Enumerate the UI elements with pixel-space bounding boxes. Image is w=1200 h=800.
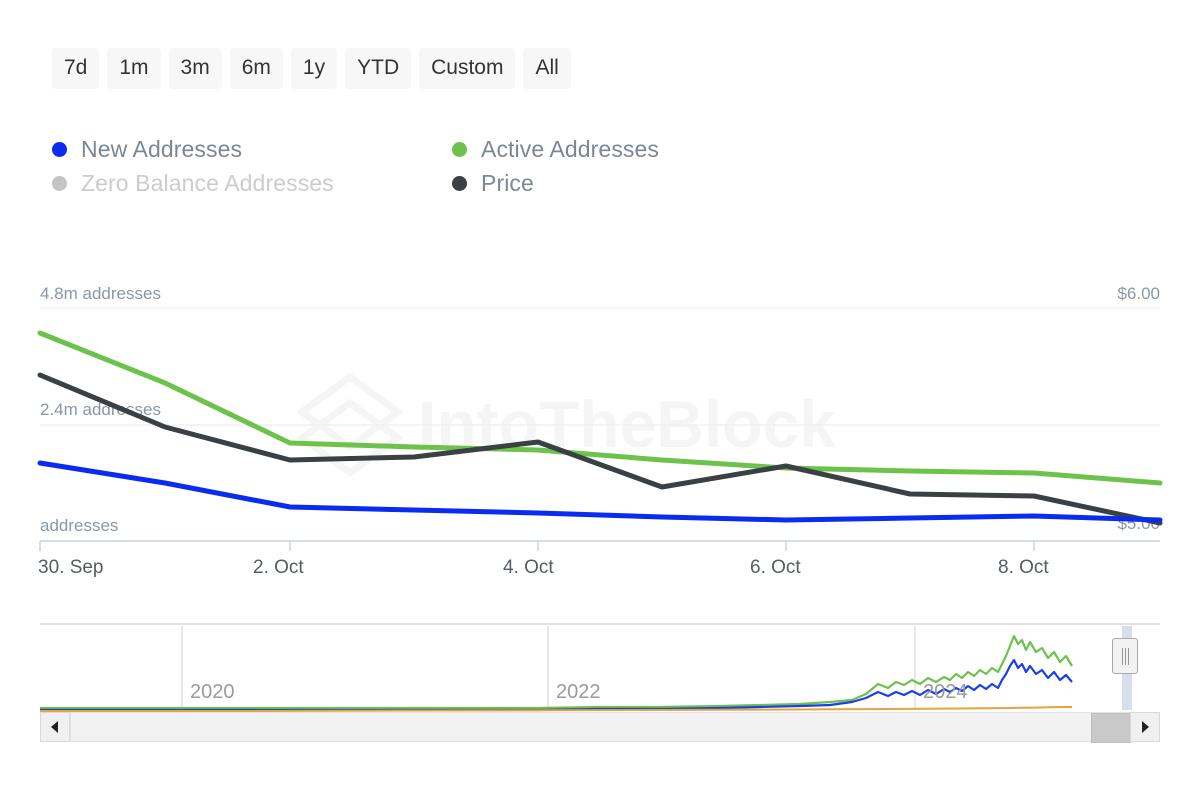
legend-label-zero-balance-addresses: Zero Balance Addresses [81,169,334,196]
range-button-ytd[interactable]: YTD [345,48,412,89]
x-axis-tick-2: 4. Oct [503,557,554,578]
legend-item-active-addresses[interactable]: Active Addresses [452,136,659,163]
handle-grip-line [1128,648,1129,665]
navigator-year-2024: 2024 [923,681,968,703]
navigator-handle-right[interactable] [1112,638,1138,674]
legend-dot-zero-balance-addresses [52,175,67,191]
chart-legend: New Addresses Active Addresses Zero Bala… [52,132,812,200]
chart-navigator[interactable]: 2020 2022 2024 [40,622,1160,712]
x-axis-tick-3: 6. Oct [750,557,801,578]
handle-grip-line [1125,648,1126,665]
range-button-6m[interactable]: 6m [229,48,283,89]
legend-dot-active-addresses [452,141,467,157]
chevron-right-icon [1142,721,1149,733]
legend-label-active-addresses: Active Addresses [481,135,660,162]
chart-scrollbar[interactable] [40,712,1160,743]
x-axis-tick-0: 30. Sep [38,557,104,578]
range-selector: 7d 1m 3m 6m 1y YTD Custom All [52,48,571,89]
series-line-price [37,372,1163,526]
scroll-left-button[interactable] [40,712,70,742]
legend-item-new-addresses[interactable]: New Addresses [52,136,452,163]
series-line-active-addresses [37,330,1163,486]
navigator-year-2022: 2022 [556,681,601,703]
x-axis-tick-4: 8. Oct [998,557,1049,578]
chart-x-axis [39,540,1160,551]
scrollbar-thumb[interactable] [1091,713,1131,743]
scrollbar-track[interactable] [70,712,1131,743]
legend-dot-price [452,175,467,191]
chevron-left-icon [51,721,58,733]
legend-label-price: Price [481,169,534,196]
range-button-all[interactable]: All [523,48,571,89]
navigator-year-2020: 2020 [190,681,235,703]
legend-item-price[interactable]: Price [452,170,534,197]
legend-row-1: New Addresses Active Addresses [52,132,812,166]
scroll-right-button[interactable] [1130,712,1160,742]
x-axis-tick-1: 2. Oct [253,557,304,578]
range-button-3m[interactable]: 3m [168,48,222,89]
handle-grip-line [1122,648,1123,665]
range-button-1m[interactable]: 1m [107,48,161,89]
range-button-custom[interactable]: Custom [419,48,516,89]
legend-label-new-addresses: New Addresses [81,135,243,162]
range-button-7d[interactable]: 7d [52,48,100,89]
main-chart[interactable] [0,255,1200,600]
legend-row-2: Zero Balance Addresses Price [52,166,812,200]
chart-gridlines [40,307,1160,426]
legend-item-zero-balance-addresses[interactable]: Zero Balance Addresses [52,170,452,197]
legend-dot-new-addresses [52,141,67,157]
range-button-1y[interactable]: 1y [290,48,338,89]
